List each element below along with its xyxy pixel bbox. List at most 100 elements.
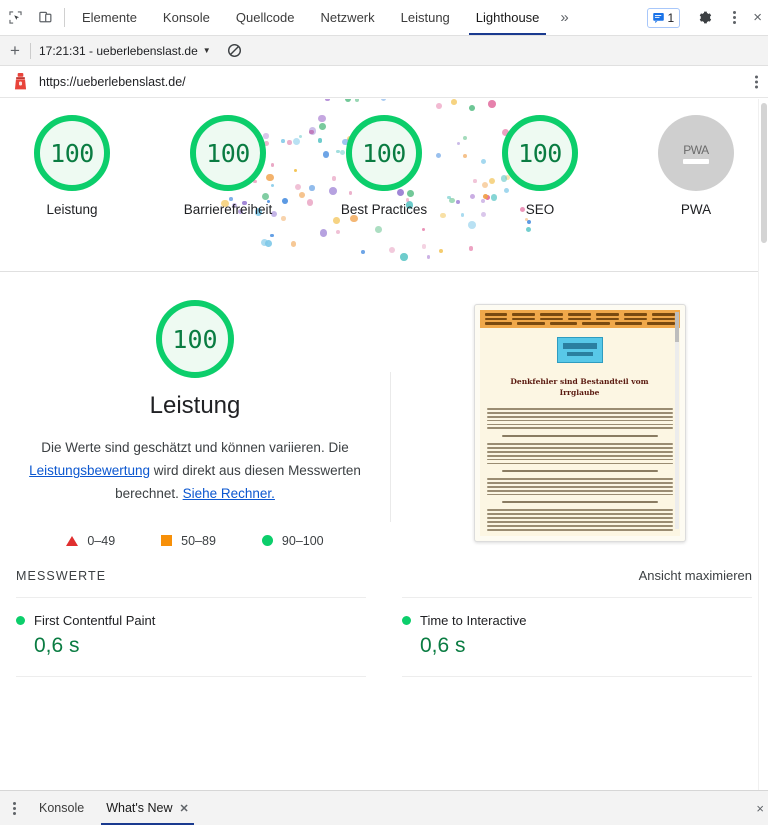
- clear-all-button[interactable]: [227, 43, 242, 58]
- message-count-badge[interactable]: 1: [646, 7, 681, 28]
- score-gauge-pwa[interactable]: PWA PWA: [640, 115, 752, 220]
- siehe-rechner-link[interactable]: Siehe Rechner.: [183, 486, 275, 501]
- thumbnail-logo: [556, 336, 603, 363]
- close-icon[interactable]: ✕: [179, 802, 188, 815]
- gauge-label: SEO: [525, 202, 555, 217]
- drawer-tab-konsole[interactable]: Konsole: [28, 791, 95, 825]
- tab-quellcode[interactable]: Quellcode: [223, 0, 308, 35]
- expand-view-toggle[interactable]: Ansicht maximieren: [639, 568, 752, 583]
- gear-icon[interactable]: [689, 10, 719, 25]
- metrics-header: MESSWERTE Ansicht maximieren: [16, 562, 752, 597]
- desc-text-1: Die Werte sind geschätzt und können vari…: [41, 440, 349, 455]
- metric-item-tti[interactable]: Time to Interactive 0,6 s: [402, 597, 752, 677]
- new-audit-button[interactable]: +: [0, 42, 30, 59]
- metric-status-circle-icon: [402, 616, 411, 625]
- tab-label: Elemente: [82, 10, 137, 25]
- devtools-menu-button[interactable]: [719, 11, 749, 24]
- metric-label: Time to Interactive: [420, 613, 527, 628]
- gauge-label: PWA: [680, 202, 712, 217]
- triangle-icon: [66, 535, 79, 546]
- thumbnail-paragraph: [486, 408, 673, 430]
- null-score-dash: [683, 158, 709, 164]
- metric-item-fcp[interactable]: First Contentful Paint 0,6 s: [16, 597, 366, 677]
- close-icon[interactable]: ×: [749, 9, 766, 26]
- pwa-abbrev: PWA: [683, 142, 709, 157]
- audited-url: https://ueberlebenslast.de/: [39, 74, 186, 89]
- drawer-menu-button[interactable]: [0, 791, 28, 825]
- tab-label: Lighthouse: [475, 10, 540, 25]
- gauge-circle: 100: [34, 115, 110, 191]
- leistungsbewertung-link[interactable]: Leistungsbewertung: [29, 463, 150, 478]
- metric-value: 0,6 s: [34, 634, 80, 657]
- metric-label: First Contentful Paint: [34, 613, 156, 628]
- score-gauges-row: 100 Leistung 100 Barrierefreiheit 100 Be…: [0, 115, 768, 220]
- run-selector-dropdown[interactable]: 17:21:31 - ueberlebenslast.de ▼: [39, 44, 211, 58]
- thumbnail-content: Denkfehler sind Bestandteil vom Irrglaub…: [479, 310, 680, 536]
- devtools-drawer: Konsole What's New ✕ ×: [0, 790, 768, 825]
- message-icon: [652, 13, 664, 24]
- score-gauge-seo[interactable]: 100 SEO: [484, 115, 596, 220]
- performance-section: 100 Leistung Die Werte sind geschätzt un…: [0, 272, 768, 562]
- thumbnail-navbar: [479, 310, 680, 328]
- performance-summary: 100 Leistung Die Werte sind geschätzt un…: [0, 300, 390, 562]
- metric-name-row: First Contentful Paint: [16, 613, 366, 628]
- subtoolbar-divider: [30, 42, 31, 59]
- score-gauge-leistung[interactable]: 100 Leistung: [16, 115, 128, 220]
- score-gauge-barrierefreiheit[interactable]: 100 Barrierefreiheit: [172, 115, 284, 220]
- lighthouse-logo-icon: [14, 73, 27, 90]
- lighthouse-subtoolbar: + 17:21:31 - ueberlebenslast.de ▼: [0, 36, 768, 66]
- thumbnail-paragraph: [486, 478, 673, 496]
- score-gauge-best-practices[interactable]: 100 Best Practices: [328, 115, 440, 220]
- thumbnail-heading: Denkfehler sind Bestandteil vom Irrglaub…: [490, 376, 670, 399]
- inspect-element-glyph: [8, 11, 22, 24]
- tab-elemente[interactable]: Elemente: [69, 0, 150, 35]
- devtools-toolbar-right: 1 ×: [646, 0, 768, 35]
- inspect-element-icon[interactable]: [0, 0, 30, 35]
- metrics-section: MESSWERTE Ansicht maximieren First Conte…: [0, 562, 768, 677]
- tab-label: Leistung: [400, 10, 450, 25]
- gauge-label: Best Practices: [340, 202, 428, 217]
- gauge-circle: 100: [502, 115, 578, 191]
- thumbnail-subheading: [501, 501, 658, 504]
- tab-lighthouse[interactable]: Lighthouse: [463, 0, 553, 35]
- tab-leistung[interactable]: Leistung: [388, 0, 463, 35]
- drawer-tab-whats-new[interactable]: What's New ✕: [95, 791, 200, 825]
- toolbar-divider: [64, 8, 65, 27]
- run-selector-label: 17:21:31 - ueberlebenslast.de: [39, 43, 198, 58]
- more-tabs-button[interactable]: »: [552, 0, 576, 35]
- devtools-tab-list: Elemente Konsole Quellcode Netzwerk Leis…: [69, 0, 647, 35]
- page-thumbnail[interactable]: Denkfehler sind Bestandteil vom Irrglaub…: [473, 304, 686, 542]
- report-url-bar: https://ueberlebenslast.de/: [0, 66, 768, 98]
- legend-item-average: 50–89: [161, 534, 216, 548]
- metrics-title: MESSWERTE: [16, 569, 107, 583]
- gauge-label: Leistung: [46, 202, 98, 217]
- scores-section: 100 Leistung 100 Barrierefreiheit 100 Be…: [0, 99, 768, 272]
- thumbnail-paragraph: [486, 509, 673, 531]
- thumbnail-subheading: [501, 470, 658, 473]
- report-menu-button[interactable]: [755, 75, 758, 88]
- tab-label: Netzwerk: [320, 10, 375, 25]
- tab-konsole[interactable]: Konsole: [150, 0, 223, 35]
- kebab-icon: [12, 801, 16, 815]
- legend-item-pass: 90–100: [261, 534, 324, 548]
- tab-label: Quellcode: [235, 10, 295, 25]
- nav-row: [482, 321, 678, 326]
- tab-netzwerk[interactable]: Netzwerk: [307, 0, 387, 35]
- drawer-close-button[interactable]: ×: [756, 791, 768, 825]
- legend-item-fail: 0–49: [66, 534, 115, 548]
- no-entry-icon: [227, 43, 241, 58]
- heading-line-1: Denkfehler sind Bestandteil vom: [510, 376, 649, 386]
- metric-value: 0,6 s: [420, 634, 466, 657]
- device-toolbar-glyph: [38, 11, 51, 23]
- performance-title: Leistung: [149, 392, 241, 419]
- legend-range: 50–89: [181, 533, 216, 548]
- legend-range: 0–49: [87, 533, 116, 548]
- lighthouse-report: 100 Leistung 100 Barrierefreiheit 100 Be…: [0, 99, 768, 790]
- metric-name-row: Time to Interactive: [402, 613, 752, 628]
- gauge-circle: 100: [346, 115, 422, 191]
- page-screenshot-panel: Denkfehler sind Bestandteil vom Irrglaub…: [391, 300, 768, 562]
- heading-line-2: Irrglaube: [559, 387, 600, 397]
- score-legend: 0–49 50–89 90–100: [66, 534, 324, 548]
- logo-bar: [566, 351, 593, 356]
- device-toolbar-icon[interactable]: [30, 0, 60, 35]
